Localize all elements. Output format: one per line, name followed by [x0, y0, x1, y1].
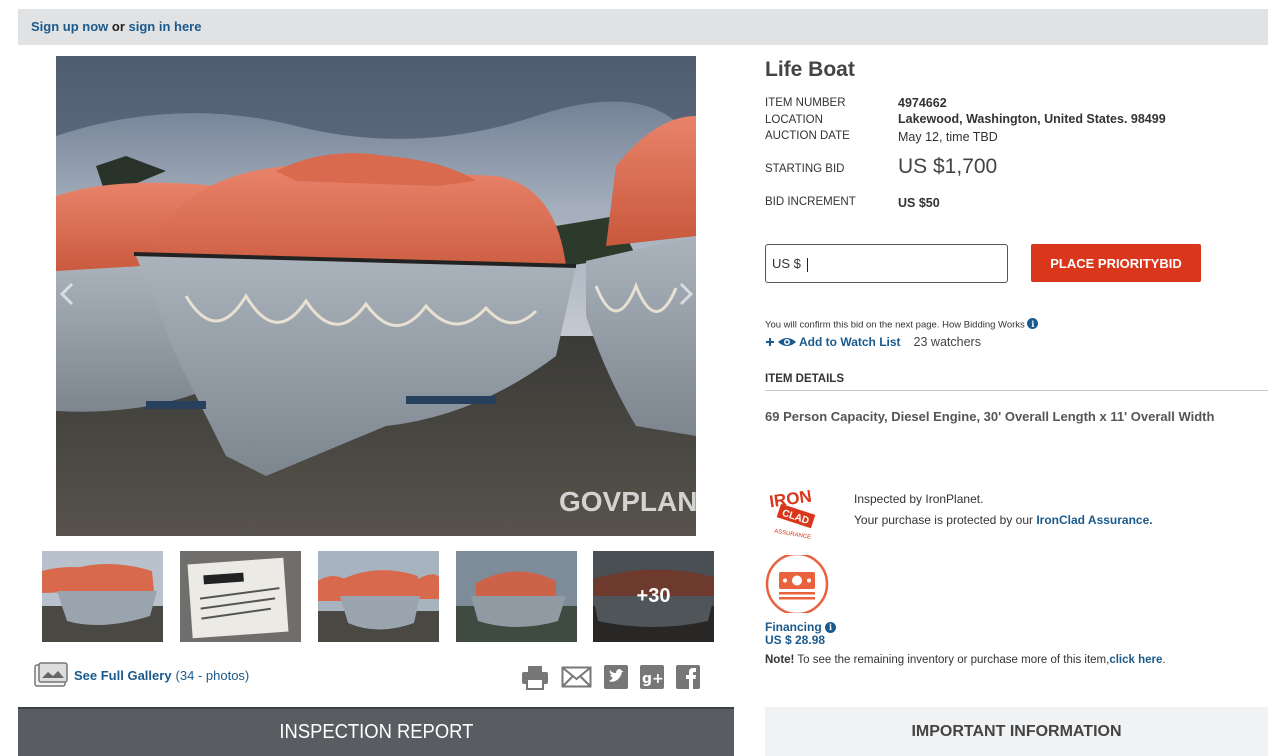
bid-amount-input[interactable]: US $	[765, 244, 1008, 283]
svg-text:g+: g+	[642, 671, 664, 687]
thumbnail-1[interactable]	[42, 551, 163, 642]
signup-link[interactable]: Sign up now	[31, 19, 108, 34]
gallery-icon	[34, 662, 68, 687]
financing-icon[interactable]	[765, 552, 829, 616]
item-number-value: 4974662	[898, 96, 947, 110]
note-end: .	[1162, 654, 1166, 666]
email-icon[interactable]	[561, 663, 592, 691]
financing-label[interactable]: Financing	[765, 620, 822, 634]
more-photos-count: +30	[593, 551, 714, 642]
inventory-note: Note! To see the remaining inventory or …	[765, 654, 1166, 666]
add-watch-list-label: Add to Watch List	[799, 335, 901, 349]
location-label: LOCATION	[765, 114, 823, 126]
location-value: Lakewood, Washington, United States. 984…	[898, 112, 1166, 126]
thumbnail-more[interactable]: +30	[593, 551, 714, 642]
item-details-heading: ITEM DETAILS	[765, 373, 845, 385]
details-divider	[765, 390, 1268, 391]
place-prioritybid-button[interactable]: PLACE PRIORITYBID	[1031, 244, 1201, 282]
protection-prefix: Your purchase is protected by our	[854, 513, 1033, 527]
watchers-count: 23 watchers	[913, 335, 981, 349]
item-details-text: 69 Person Capacity, Diesel Engine, 30' O…	[765, 409, 1215, 424]
item-title: Life Boat	[765, 58, 855, 81]
twitter-icon[interactable]	[604, 663, 628, 691]
svg-text:CLAD: CLAD	[781, 508, 811, 527]
financing-amount: US $ 28.98	[765, 633, 826, 647]
thumbnail-4[interactable]	[456, 551, 577, 642]
item-number-label: ITEM NUMBER	[765, 97, 846, 109]
thumbnail-3[interactable]	[318, 551, 439, 642]
confirm-note: You will confirm this bid on the next pa…	[765, 318, 1039, 331]
svg-text:ASSURANCE: ASSURANCE	[774, 529, 812, 541]
note-text: To see the remaining inventory or purcha…	[797, 654, 1110, 666]
financing-label-row: Financing i	[765, 620, 837, 634]
text-caret	[806, 257, 808, 272]
plus-eye-icon	[766, 338, 796, 346]
ironclad-logo: IRON CLAD ASSURANCE	[764, 484, 826, 542]
photo-prev-arrow[interactable]	[59, 282, 74, 306]
gallery-label: See Full Gallery	[74, 667, 172, 683]
starting-bid-value: US $1,700	[898, 155, 998, 178]
google-plus-icon[interactable]: g+	[640, 663, 664, 691]
see-full-gallery-link[interactable]: See Full Gallery (34 - photos)	[34, 662, 249, 688]
thumbnail-2[interactable]	[180, 551, 301, 642]
watch-list-row: Add to Watch List 23 watchers	[765, 335, 981, 349]
main-photo[interactable]: GOVPLANET	[56, 56, 696, 536]
important-information-button[interactable]: IMPORTANT INFORMATION	[765, 707, 1268, 756]
signin-text: Sign up now or sign in here	[31, 19, 201, 34]
signin-link[interactable]: sign in here	[129, 19, 202, 34]
photo-next-arrow[interactable]	[679, 282, 694, 306]
bid-currency-prefix: US $	[772, 256, 801, 271]
bid-increment-label: BID INCREMENT	[765, 196, 856, 208]
govplanet-watermark: GOVPLANET	[559, 486, 696, 517]
ironclad-assurance-link[interactable]: IronClad Assurance.	[1036, 513, 1152, 527]
signin-bar: Sign up now or sign in here	[18, 9, 1268, 45]
note-label: Note!	[765, 654, 795, 666]
bid-increment-value: US $50	[898, 196, 940, 210]
lifeboat-photo: GOVPLANET	[56, 56, 696, 536]
info-icon[interactable]: i	[1027, 318, 1039, 329]
inspection-report-label: INSPECTION REPORT	[279, 721, 473, 743]
or-text: or	[111, 19, 125, 34]
auction-date-label: AUCTION DATE	[765, 130, 850, 142]
inspected-by-text: Inspected by IronPlanet.	[854, 492, 984, 506]
click-here-link[interactable]: click here	[1109, 654, 1162, 666]
financing-info-icon[interactable]: i	[825, 621, 837, 633]
print-icon[interactable]	[521, 663, 549, 691]
confirm-text: You will confirm this bid on the next pa…	[765, 319, 1025, 331]
inspection-report-button[interactable]: INSPECTION REPORT	[18, 707, 734, 756]
gallery-photo-count: (34 - photos)	[175, 667, 250, 683]
add-watch-list-link[interactable]: Add to Watch List	[765, 335, 901, 349]
protection-text: Your purchase is protected by our IronCl…	[854, 513, 1153, 527]
auction-date-value: May 12, time TBD	[898, 130, 998, 144]
starting-bid-label: STARTING BID	[765, 163, 845, 175]
facebook-icon[interactable]	[676, 663, 700, 691]
